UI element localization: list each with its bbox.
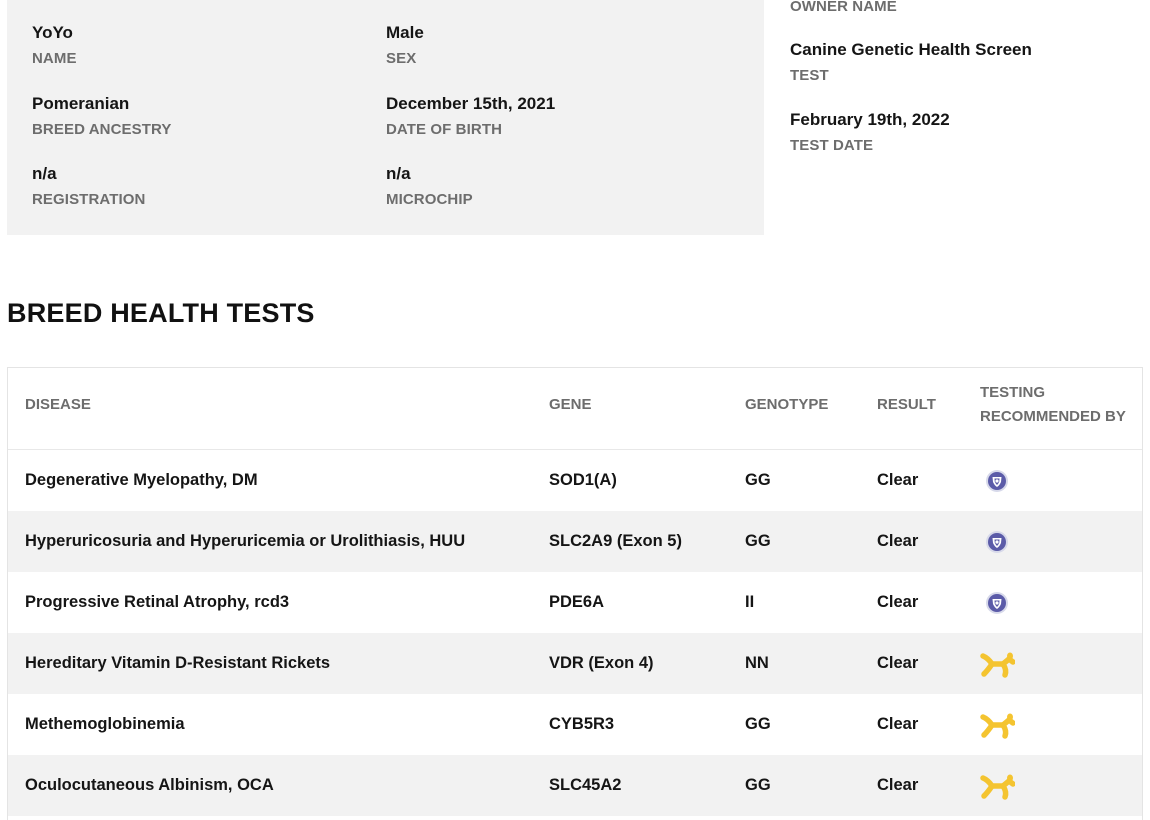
header-genotype[interactable]: GENOTYPE: [745, 393, 828, 417]
owner-name-label: OWNER NAME: [790, 0, 897, 15]
owner-name-field: OWNER NAME: [790, 0, 897, 16]
gene-cell: PDE6A: [549, 593, 605, 611]
test-date-label: TEST DATE: [790, 137, 874, 154]
dob-value: December 15th, 2021: [386, 94, 556, 113]
genotype-cell: NN: [745, 654, 769, 672]
table-header: DISEASE GENE GENOTYPE RESULT TESTING REC…: [8, 368, 1142, 450]
table-row: Methemoglobinemia CYB5R3 GG Clear: [8, 694, 1142, 755]
genotype-cell: GG: [745, 715, 771, 733]
header-result[interactable]: RESULT: [877, 393, 936, 417]
table-body: Degenerative Myelopathy, DM SOD1(A) GG Clea…: [8, 450, 1142, 816]
table-row: Hyperuricosuria and Hyperuricemia or Uro…: [8, 511, 1142, 572]
result-cell: Clear: [877, 471, 919, 489]
dob-field: December 15th, 2021 DATE OF BIRTH: [386, 94, 555, 139]
test-date-value: February 19th, 2022: [790, 110, 950, 129]
breed-label: BREED ANCESTRY: [32, 121, 172, 138]
table-row: Degenerative Myelopathy, DM SOD1(A) GG Clea…: [8, 450, 1142, 511]
genotype-cell: GG: [745, 776, 771, 794]
registration-value: n/a: [32, 164, 57, 183]
disease-cell: Progressive Retinal Atrophy, rcd3: [25, 593, 290, 611]
result-cell: Clear: [877, 654, 919, 672]
microchip-value: n/a: [386, 164, 411, 183]
header-disease[interactable]: DISEASE: [25, 393, 91, 417]
table-row: Progressive Retinal Atrophy, rcd3 PDE6A II…: [8, 572, 1142, 633]
recommended-by-cell: [979, 511, 1015, 572]
test-date-field: February 19th, 2022 TEST DATE: [790, 110, 950, 155]
test-label: TEST: [790, 67, 829, 84]
dob-label: DATE OF BIRTH: [386, 121, 503, 138]
shield-badge-icon[interactable]: [979, 585, 1015, 621]
balloon-dog-icon[interactable]: [979, 707, 1015, 743]
recommended-by-cell: [979, 755, 1015, 816]
header-recommended-line2: RECOMMENDED BY: [980, 408, 1126, 425]
disease-cell: Degenerative Myelopathy, DM: [25, 471, 258, 489]
header-gene[interactable]: GENE: [549, 393, 592, 417]
shield-badge-icon[interactable]: [979, 463, 1015, 499]
result-cell: Clear: [877, 715, 919, 733]
disease-cell: Methemoglobinemia: [25, 715, 185, 733]
microchip-field: n/a MICROCHIP: [386, 164, 473, 209]
shield-badge-icon[interactable]: [979, 524, 1015, 560]
genotype-cell: GG: [745, 532, 771, 550]
test-field: Canine Genetic Health Screen TEST: [790, 40, 1032, 85]
registration-label: REGISTRATION: [32, 191, 146, 208]
dog-name-value: YoYo: [32, 23, 73, 42]
disease-cell: Oculocutaneous Albinism, OCA: [25, 776, 274, 794]
dog-sex-value: Male: [386, 23, 424, 42]
balloon-dog-icon[interactable]: [979, 646, 1015, 682]
section-title: BREED HEALTH TESTS: [7, 298, 315, 328]
header-testing-recommended[interactable]: TESTING RECOMMENDED BY: [980, 381, 1126, 429]
genotype-cell: GG: [745, 471, 771, 489]
breed-health-tests-table: DISEASE GENE GENOTYPE RESULT TESTING REC…: [7, 367, 1143, 820]
gene-cell: SLC45A2: [549, 776, 622, 794]
dog-sex-field: Male SEX: [386, 23, 424, 68]
result-cell: Clear: [877, 776, 919, 794]
disease-cell: Hyperuricosuria and Hyperuricemia or Uro…: [25, 532, 466, 550]
recommended-by-cell: [979, 450, 1015, 511]
dog-info-card: YoYo NAME Male SEX Pomeranian BREED ANCE…: [7, 0, 764, 235]
recommended-by-cell: [979, 694, 1015, 755]
dog-name-label: NAME: [32, 50, 77, 67]
result-cell: Clear: [877, 532, 919, 550]
microchip-label: MICROCHIP: [386, 191, 473, 208]
recommended-by-cell: [979, 572, 1015, 633]
dog-name-field: YoYo NAME: [32, 23, 77, 68]
gene-cell: SLC2A9 (Exon 5): [549, 532, 682, 550]
genotype-cell: II: [745, 593, 755, 611]
test-value: Canine Genetic Health Screen: [790, 40, 1032, 59]
balloon-dog-icon[interactable]: [979, 768, 1015, 804]
breed-field: Pomeranian BREED ANCESTRY: [32, 94, 171, 139]
result-cell: Clear: [877, 593, 919, 611]
gene-cell: VDR (Exon 4): [549, 654, 654, 672]
registration-field: n/a REGISTRATION: [32, 164, 145, 209]
dog-sex-label: SEX: [386, 50, 417, 67]
table-row: Oculocutaneous Albinism, OCA SLC45A2 GG Cle…: [8, 755, 1142, 816]
table-row: Hereditary Vitamin D-Resistant Rickets VD…: [8, 633, 1142, 694]
gene-cell: CYB5R3: [549, 715, 615, 733]
header-recommended-line1: TESTING: [980, 384, 1046, 401]
recommended-by-cell: [979, 633, 1015, 694]
breed-value: Pomeranian: [32, 94, 130, 113]
disease-cell: Hereditary Vitamin D-Resistant Rickets: [25, 654, 331, 672]
gene-cell: SOD1(A): [549, 471, 617, 489]
